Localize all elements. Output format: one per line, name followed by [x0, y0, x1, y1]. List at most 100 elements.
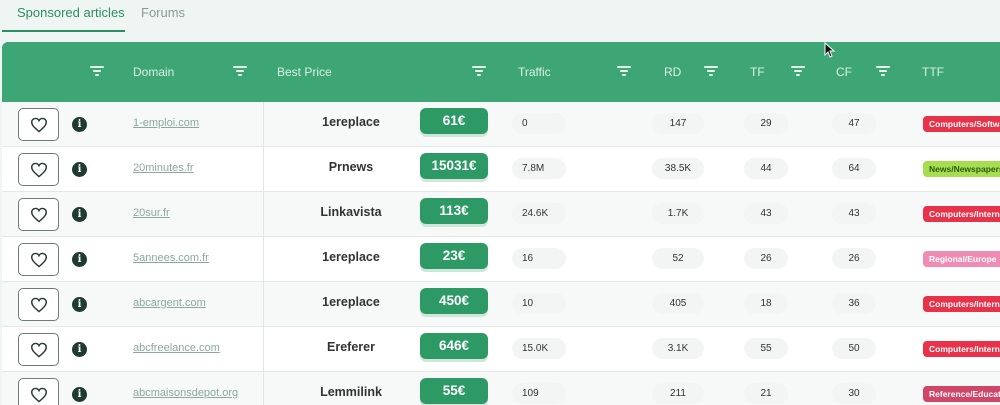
- column-divider: [263, 372, 264, 405]
- provider-name: 1ereplace: [322, 295, 380, 309]
- traffic-value: 7.8M: [512, 158, 566, 179]
- provider-name: 1ereplace: [322, 115, 380, 129]
- traffic-value: 15.0K: [512, 338, 566, 359]
- tab-forums[interactable]: Forums: [141, 5, 185, 20]
- info-icon[interactable]: i: [72, 162, 87, 177]
- column-divider: [263, 147, 264, 192]
- provider-name: Lemmilink: [320, 385, 382, 399]
- domain-link[interactable]: 20minutes.fr: [133, 162, 194, 174]
- price-button[interactable]: 23€: [420, 243, 488, 269]
- tf-value: 44: [744, 158, 788, 179]
- column-divider: [263, 237, 264, 282]
- active-tab-indicator: [2, 30, 125, 32]
- domain-link[interactable]: 5annees.com.fr: [133, 252, 209, 264]
- tf-value: 29: [744, 113, 788, 134]
- tab-bar: Sponsored articles Forums: [0, 0, 1000, 34]
- price-button[interactable]: 55€: [420, 378, 488, 404]
- traffic-value: 16: [512, 248, 566, 269]
- column-divider: [263, 282, 264, 327]
- cf-value: 50: [832, 338, 876, 359]
- info-icon[interactable]: i: [72, 117, 87, 132]
- table-row: i 20minutes.fr Prnews 15031€ 7.8M 38.5K …: [2, 147, 1000, 192]
- filter-icon[interactable]: [704, 66, 718, 76]
- provider-name: Linkavista: [320, 205, 382, 219]
- table-row: i 5annees.com.fr 1ereplace 23€ 16 52 26 …: [2, 237, 1000, 282]
- traffic-value: 10: [512, 293, 566, 314]
- info-icon[interactable]: i: [72, 207, 87, 222]
- domain-link[interactable]: 20sur.fr: [133, 207, 170, 219]
- cf-value: 26: [832, 248, 876, 269]
- domain-link[interactable]: abcfreelance.com: [133, 342, 220, 354]
- ttf-badge: Computers/Internet: [923, 341, 1000, 357]
- favorite-button[interactable]: [18, 243, 59, 276]
- favorite-button[interactable]: [18, 378, 59, 405]
- filter-icon[interactable]: [90, 66, 104, 76]
- table-row: i abcmaisonsdepot.org Lemmilink 55€ 109 …: [2, 372, 1000, 405]
- ttf-badge: Reference/Education: [923, 386, 1000, 402]
- column-header-traffic[interactable]: Traffic: [518, 65, 551, 79]
- domain-link[interactable]: abcargent.com: [133, 297, 206, 309]
- cf-value: 47: [832, 113, 876, 134]
- heart-icon: [30, 342, 48, 358]
- column-header-domain[interactable]: Domain: [133, 65, 174, 79]
- info-icon[interactable]: i: [72, 252, 87, 267]
- heart-icon: [30, 297, 48, 313]
- column-divider: [263, 192, 264, 237]
- info-icon[interactable]: i: [72, 387, 87, 402]
- favorite-button[interactable]: [18, 288, 59, 321]
- cf-value: 30: [832, 383, 876, 404]
- filter-icon[interactable]: [233, 66, 247, 76]
- table-row: i abcfreelance.com Ereferer 646€ 15.0K 3…: [2, 327, 1000, 372]
- rd-value: 405: [652, 293, 704, 314]
- tf-value: 21: [744, 383, 788, 404]
- tf-value: 26: [744, 248, 788, 269]
- tab-sponsored-articles[interactable]: Sponsored articles: [17, 5, 125, 20]
- provider-name: Prnews: [328, 160, 374, 174]
- column-header-tf[interactable]: TF: [750, 65, 765, 79]
- column-header-best-price[interactable]: Best Price: [277, 65, 332, 79]
- ttf-badge: News/Newspapers: [923, 161, 1000, 177]
- provider-name: 1ereplace: [322, 250, 380, 264]
- cf-value: 36: [832, 293, 876, 314]
- info-icon[interactable]: i: [72, 342, 87, 357]
- column-divider: [263, 327, 264, 372]
- price-button[interactable]: 646€: [420, 333, 488, 359]
- favorite-button[interactable]: [18, 198, 59, 231]
- filter-icon[interactable]: [791, 66, 805, 76]
- favorite-button[interactable]: [18, 108, 59, 141]
- column-header-rd[interactable]: RD: [664, 65, 681, 79]
- domain-link[interactable]: abcmaisonsdepot.org: [133, 387, 238, 399]
- column-header-ttf[interactable]: TTF: [922, 65, 944, 79]
- cf-value: 64: [832, 158, 876, 179]
- table-row: i 1-emploi.com 1ereplace 61€ 0 147 29 47…: [2, 102, 1000, 147]
- filter-icon[interactable]: [617, 66, 631, 76]
- traffic-value: 109: [512, 383, 566, 404]
- heart-icon: [30, 162, 48, 178]
- domain-link[interactable]: 1-emploi.com: [133, 117, 199, 129]
- column-header-cf[interactable]: CF: [836, 65, 852, 79]
- price-button[interactable]: 61€: [420, 108, 488, 134]
- rd-value: 211: [652, 383, 704, 404]
- tf-value: 43: [744, 203, 788, 224]
- rd-value: 1.7K: [652, 203, 704, 224]
- mouse-cursor-icon: [824, 42, 836, 58]
- price-button[interactable]: 113€: [420, 198, 488, 224]
- favorite-button[interactable]: [18, 153, 59, 186]
- rd-value: 38.5K: [652, 158, 704, 179]
- table-row: i 20sur.fr Linkavista 113€ 24.6K 1.7K 43…: [2, 192, 1000, 237]
- info-icon[interactable]: i: [72, 297, 87, 312]
- favorite-button[interactable]: [18, 333, 59, 366]
- tf-value: 55: [744, 338, 788, 359]
- traffic-value: 24.6K: [512, 203, 566, 224]
- ttf-badge: Computers/Software: [923, 116, 1000, 132]
- tf-value: 18: [744, 293, 788, 314]
- filter-icon[interactable]: [876, 66, 890, 76]
- ttf-badge: Regional/Europe: [923, 251, 1000, 267]
- price-button[interactable]: 15031€: [420, 153, 488, 179]
- ttf-badge: Computers/Internet: [923, 206, 1000, 222]
- filter-icon[interactable]: [472, 66, 486, 76]
- price-button[interactable]: 450€: [420, 288, 488, 314]
- heart-icon: [30, 207, 48, 223]
- ttf-badge: Computers/Internet: [923, 296, 1000, 312]
- rd-value: 3.1K: [652, 338, 704, 359]
